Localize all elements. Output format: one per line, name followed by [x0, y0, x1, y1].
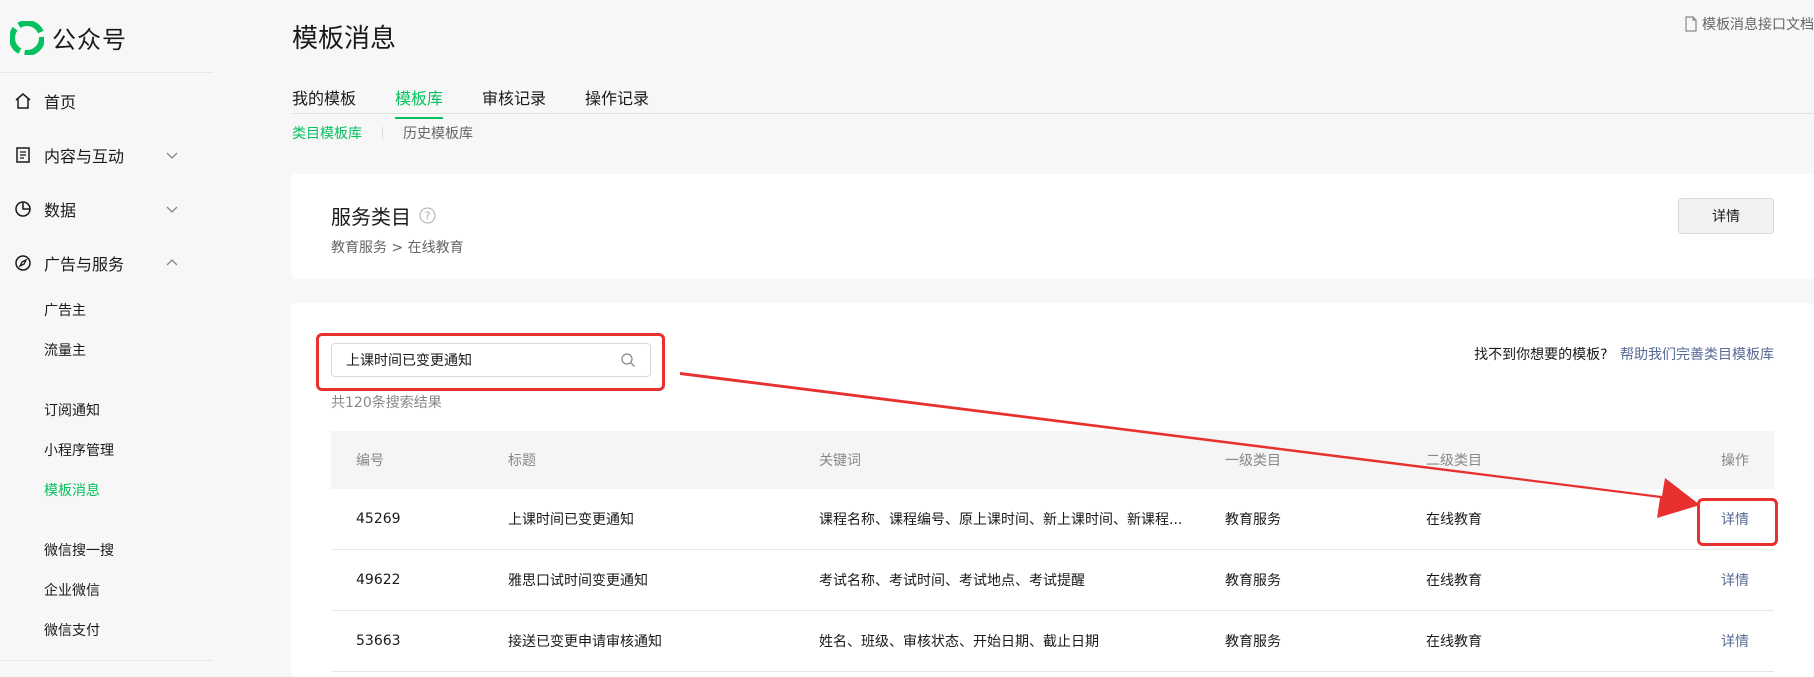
sidebar-subitem-publisher[interactable]: 流量主	[44, 340, 86, 360]
sidebar-item-label: 内容与互动	[44, 147, 125, 166]
file-icon	[1685, 16, 1697, 32]
column-header-category1: 一级类目	[1225, 453, 1281, 469]
row-category1: 教育服务	[1225, 512, 1281, 528]
row-id: 45269	[356, 511, 401, 527]
service-detail-button[interactable]: 详情	[1678, 198, 1774, 234]
row-keywords: 考试名称、考试时间、考试地点、考试提醒	[819, 573, 1085, 589]
cant-find-text: 找不到你想要的模板?	[1474, 347, 1608, 363]
row-detail-link[interactable]: 详情	[1721, 509, 1749, 529]
template-table: 编号 标题 关键词 一级类目 二级类目 操作 45269 上课时间已变更通知 课…	[331, 431, 1774, 672]
table-header: 编号 标题 关键词 一级类目 二级类目 操作	[331, 431, 1774, 489]
table-row: 49622 雅思口试时间变更通知 考试名称、考试时间、考试地点、考试提醒 教育服…	[331, 550, 1774, 611]
service-category-path: 教育服务 > 在线教育	[331, 240, 464, 256]
sidebar-item-data[interactable]: 数据	[14, 194, 189, 224]
column-header-action: 操作	[1721, 453, 1749, 469]
sidebar-divider	[0, 72, 213, 73]
page-title: 模板消息	[292, 24, 397, 54]
row-category2: 在线教育	[1426, 573, 1482, 589]
chevron-down-icon	[166, 206, 178, 213]
sidebar-subitem-wecom[interactable]: 企业微信	[44, 580, 100, 600]
table-row: 45269 上课时间已变更通知 课程名称、课程编号、原上课时间、新上课时间、新课…	[331, 489, 1774, 550]
sidebar-item-label: 首页	[44, 93, 77, 112]
home-icon	[14, 92, 32, 110]
row-keywords: 课程名称、课程编号、原上课时间、新上课时间、新课程...	[819, 512, 1183, 528]
sidebar-subitem-wechat-pay[interactable]: 微信支付	[44, 620, 100, 640]
column-header-id: 编号	[356, 453, 384, 469]
row-detail-link[interactable]: 详情	[1721, 631, 1749, 651]
row-title: 接送已变更申请审核通知	[508, 634, 662, 650]
sidebar-subitem-subscription[interactable]: 订阅通知	[44, 400, 100, 420]
sidebar-item-ads-services[interactable]: 广告与服务	[14, 248, 189, 278]
doc-link[interactable]: 模板消息接口文档	[1684, 14, 1814, 34]
search-icon[interactable]	[620, 352, 636, 368]
template-search-card: 共120条搜索结果 找不到你想要的模板? 帮助我们完善类目模板库 编号 标题 关…	[291, 303, 1814, 677]
row-id: 49622	[356, 572, 401, 588]
column-header-category2: 二级类目	[1426, 453, 1482, 469]
service-category-heading: 服务类目 ?	[331, 201, 436, 230]
search-input[interactable]	[346, 352, 620, 368]
tabs-divider	[292, 113, 1814, 114]
subtab-separator	[382, 127, 383, 139]
chevron-down-icon	[166, 152, 178, 159]
row-id: 53663	[356, 633, 401, 649]
row-category2: 在线教育	[1426, 634, 1482, 650]
chevron-up-icon	[166, 259, 178, 266]
service-category-card: 服务类目 ? 教育服务 > 在线教育 详情	[291, 174, 1814, 279]
subtab-category-library[interactable]: 类目模板库	[292, 123, 362, 143]
row-category1: 教育服务	[1225, 573, 1281, 589]
sidebar-item-content[interactable]: 内容与互动	[14, 140, 189, 170]
cant-find-prompt: 找不到你想要的模板? 帮助我们完善类目模板库	[1474, 344, 1774, 364]
compass-icon	[14, 254, 32, 272]
help-improve-link[interactable]: 帮助我们完善类目模板库	[1620, 347, 1774, 363]
sidebar-item-label: 数据	[44, 201, 77, 220]
subtabs: 类目模板库 历史模板库	[292, 123, 473, 143]
sidebar-divider	[0, 660, 213, 661]
row-category2: 在线教育	[1426, 512, 1482, 528]
wechat-official-account-logo-icon	[10, 20, 44, 55]
row-keywords: 姓名、班级、审核状态、开始日期、截止日期	[819, 634, 1099, 650]
row-category1: 教育服务	[1225, 634, 1281, 650]
sidebar-subitem-advertiser[interactable]: 广告主	[44, 300, 86, 320]
search-box[interactable]	[331, 343, 651, 377]
document-icon	[14, 146, 32, 164]
brand-name: 公众号	[52, 26, 127, 54]
sidebar: 公众号 首页 内容与互动 数据 广告与服务 广告主 流量主 订阅通知 小程序管理…	[0, 0, 213, 677]
help-icon[interactable]: ?	[419, 207, 436, 224]
brand[interactable]: 公众号	[10, 20, 127, 55]
sidebar-subitem-miniprogram[interactable]: 小程序管理	[44, 440, 114, 460]
row-detail-link[interactable]: 详情	[1721, 570, 1749, 590]
row-title: 雅思口试时间变更通知	[508, 573, 648, 589]
sidebar-subitem-wechat-search[interactable]: 微信搜一搜	[44, 540, 114, 560]
table-row: 53663 接送已变更申请审核通知 姓名、班级、审核状态、开始日期、截止日期 教…	[331, 611, 1774, 672]
row-title: 上课时间已变更通知	[508, 512, 634, 528]
subtab-history-library[interactable]: 历史模板库	[403, 123, 473, 143]
sidebar-item-label: 广告与服务	[44, 255, 125, 274]
service-category-title: 服务类目	[331, 205, 411, 229]
column-header-keywords: 关键词	[819, 453, 861, 469]
result-count: 共120条搜索结果	[331, 395, 442, 411]
svg-text:?: ?	[425, 210, 431, 223]
sidebar-subitem-template-messages[interactable]: 模板消息	[44, 480, 100, 500]
column-header-title: 标题	[508, 453, 536, 469]
doc-link-label: 模板消息接口文档	[1702, 17, 1814, 33]
sidebar-item-home[interactable]: 首页	[14, 86, 189, 116]
pie-chart-icon	[14, 200, 32, 218]
